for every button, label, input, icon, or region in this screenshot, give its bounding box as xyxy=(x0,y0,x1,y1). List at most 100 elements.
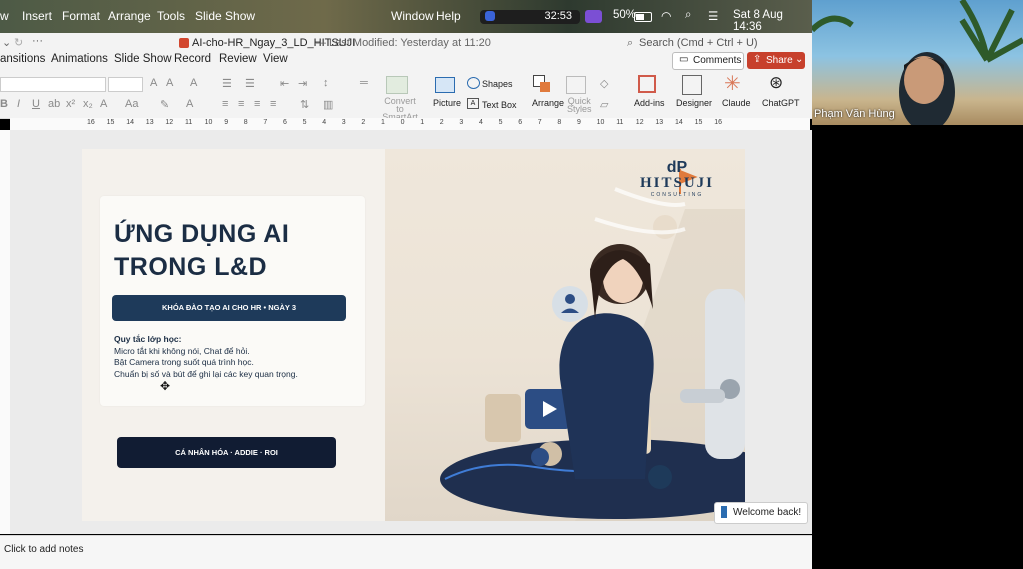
decrease-indent-icon[interactable]: ⇤ xyxy=(280,77,289,90)
timer: 32:53 xyxy=(544,10,572,22)
quick-styles-button[interactable]: Quick Styles xyxy=(567,97,592,114)
italic-icon[interactable]: I xyxy=(17,98,20,110)
clock[interactable]: Sat 8 Aug 14:36 xyxy=(733,9,812,33)
ruler-label: 1 xyxy=(381,119,385,126)
align-right-icon[interactable]: ≡ xyxy=(254,98,260,110)
recording-pill[interactable]: 32:53 xyxy=(480,10,580,24)
chatgpt-button[interactable]: ChatGPT xyxy=(762,98,800,108)
rule-item: Micro tắt khi không nói, Chat để hỏi. xyxy=(114,345,250,356)
welcome-toast[interactable]: Welcome back! xyxy=(714,502,808,524)
slide[interactable]: ỨNG DỤNG AI TRONG L&D KHÓA ĐÀO TẠO AI CH… xyxy=(82,149,745,521)
ruler-label: 5 xyxy=(498,119,503,126)
picture-button[interactable]: Picture xyxy=(433,98,461,108)
beach-background xyxy=(812,0,1023,125)
change-case-button[interactable]: Aa xyxy=(125,98,138,110)
ruler-label: 15 xyxy=(694,119,703,126)
menu-help[interactable]: Help xyxy=(436,9,461,23)
add-ins-icon xyxy=(638,75,656,93)
control-center-icon[interactable]: ☰ xyxy=(708,9,718,23)
menu-format[interactable]: Format xyxy=(62,9,100,23)
columns-icon[interactable]: ▥ xyxy=(323,98,333,111)
nav-back-icon[interactable]: ⌄ xyxy=(2,36,11,49)
tab-slide-show[interactable]: Slide Show xyxy=(114,53,172,65)
text-box-button[interactable]: Text Box xyxy=(482,100,517,110)
slide-title[interactable]: ỨNG DỤNG AI TRONG L&D xyxy=(114,218,289,284)
ruler-label: 7 xyxy=(537,119,542,126)
tab-record[interactable]: Record xyxy=(174,53,211,65)
numbering-icon[interactable]: ☰ xyxy=(245,77,255,90)
shape-outline-icon[interactable]: ▱ xyxy=(600,98,608,111)
increase-indent-icon[interactable]: ⇥ xyxy=(298,77,307,90)
participant-video: Phạm Văn Hùng xyxy=(812,0,1023,125)
tab-animations[interactable]: Animations xyxy=(51,53,108,65)
shape-fill-icon[interactable]: ◇ xyxy=(600,77,608,90)
highlight-icon[interactable]: ✎ xyxy=(160,98,169,111)
font-size-dropdown[interactable] xyxy=(108,77,143,92)
logo-mark-icon: dP xyxy=(666,159,688,176)
claude-button[interactable]: Claude xyxy=(722,98,751,108)
participant-name: Phạm Văn Hùng xyxy=(814,108,895,120)
bold-icon[interactable]: B xyxy=(0,98,8,110)
menu-tools[interactable]: Tools xyxy=(157,9,185,23)
target-icon xyxy=(648,465,672,489)
last-modified[interactable]: — Last Modified: Yesterday at 11:20 xyxy=(315,37,491,49)
comments-button[interactable]: ▭ Comments xyxy=(672,52,744,70)
tab-transitions[interactable]: ansitions xyxy=(0,53,45,65)
menu-bar: w Insert Format Arrange Tools Slide Show… xyxy=(0,0,812,33)
menu-arrange[interactable]: Arrange xyxy=(108,9,151,23)
font-name-dropdown[interactable] xyxy=(0,77,106,92)
wifi-icon[interactable]: ◠ xyxy=(661,9,671,23)
menu-window[interactable]: Window xyxy=(391,9,434,23)
logo-name: HITSUJI xyxy=(640,175,715,191)
shapes-button[interactable]: Shapes xyxy=(482,79,513,89)
menu-window-partial[interactable]: w xyxy=(0,9,9,23)
methods-badge[interactable]: CÁ NHÂN HÓA · ADDIE · ROI xyxy=(117,437,336,468)
notes-pane[interactable]: Click to add notes xyxy=(0,535,812,569)
smartart-icon[interactable] xyxy=(386,76,408,94)
text-effects-icon[interactable]: A xyxy=(100,98,107,110)
text-direction-icon[interactable]: ⇅ xyxy=(300,98,309,111)
screen-mirror-icon[interactable] xyxy=(585,10,602,23)
ribbon: A A A B I U ab x² x₂ A Aa ✎ A ☰ ☰ ⇤ ⇥ ↕ … xyxy=(0,73,812,122)
picture-icon[interactable] xyxy=(435,77,455,93)
tab-view[interactable]: View xyxy=(263,53,288,65)
ribbon-tabs: ansitions Animations Slide Show Record R… xyxy=(0,52,812,73)
search-icon[interactable]: ⌕ xyxy=(685,9,691,22)
tab-review[interactable]: Review xyxy=(219,53,257,65)
underline-icon[interactable]: U xyxy=(32,98,40,110)
designer-button[interactable]: Designer xyxy=(676,98,712,108)
ruler-label: 13 xyxy=(655,119,664,126)
justify-icon[interactable]: ≡ xyxy=(270,98,276,110)
add-ins-button[interactable]: Add-ins xyxy=(634,98,665,108)
increase-font-icon[interactable]: A xyxy=(150,77,157,89)
course-badge[interactable]: KHÓA ĐÀO TẠO AI CHO HR • NGÀY 3 xyxy=(112,295,346,321)
class-rules[interactable]: Quy tắc lớp học: Micro tắt khi không nói… xyxy=(114,334,298,380)
align-text-icon[interactable]: ═ xyxy=(360,77,368,89)
line-spacing-icon[interactable]: ↕ xyxy=(323,77,329,89)
align-left-icon[interactable]: ≡ xyxy=(222,98,228,110)
more-icon[interactable]: ··· xyxy=(32,35,43,47)
strikethrough-icon[interactable]: ab xyxy=(48,98,60,110)
share-icon: ⇪ xyxy=(753,54,762,65)
rule-item: Bật Camera trong suốt quá trình học. xyxy=(114,357,254,367)
arrange-button[interactable]: Arrange xyxy=(532,98,564,108)
ruler-label: 12 xyxy=(165,119,174,126)
redo-icon[interactable]: ↻ xyxy=(14,36,23,49)
share-button[interactable]: ⇪ Share ⌄ xyxy=(747,52,805,69)
superscript-icon[interactable]: x² xyxy=(66,98,75,110)
welcome-text: Welcome back! xyxy=(733,507,802,518)
slide-illustration xyxy=(385,149,745,521)
share-label: Share xyxy=(766,55,793,66)
menu-insert[interactable]: Insert xyxy=(22,9,52,23)
decrease-font-icon[interactable]: A xyxy=(166,77,173,89)
search-input[interactable]: Search (Cmd + Ctrl + U) xyxy=(639,37,758,49)
menu-slide-show[interactable]: Slide Show xyxy=(195,9,255,23)
hitsuji-logo: dP HITSUJI CONSULTING xyxy=(640,159,715,199)
bullets-icon[interactable]: ☰ xyxy=(222,77,232,90)
clear-format-icon[interactable]: A xyxy=(190,77,197,89)
align-center-icon[interactable]: ≡ xyxy=(238,98,244,110)
battery-icon[interactable] xyxy=(634,12,652,22)
subscript-icon[interactable]: x₂ xyxy=(83,98,93,110)
font-color-icon[interactable]: A xyxy=(186,98,193,110)
ruler-label: 1 xyxy=(420,119,425,126)
